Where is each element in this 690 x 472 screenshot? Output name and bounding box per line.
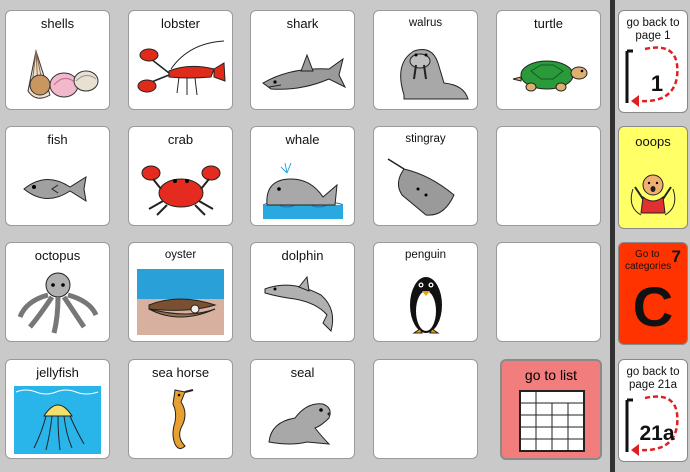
cell-jellyfish[interactable]: jellyfish xyxy=(5,359,110,459)
empty-cell xyxy=(496,126,601,226)
jellyfish-icon xyxy=(14,386,101,454)
cell-label: walrus xyxy=(408,17,443,29)
cell-label: crab xyxy=(167,132,194,147)
cell-label: oyster xyxy=(164,249,197,261)
stingray-icon xyxy=(387,158,455,216)
cell-label: stingray xyxy=(405,133,446,145)
cell-label: sea horse xyxy=(151,365,210,380)
shark-icon xyxy=(262,53,347,90)
page-number-text: 1 xyxy=(651,71,663,96)
categories-number: 7 xyxy=(671,247,681,266)
cell-shark[interactable]: shark xyxy=(250,10,355,110)
oyster-icon xyxy=(137,269,224,335)
dolphin-icon xyxy=(264,275,334,332)
back-arrow-icon: 21a xyxy=(625,395,679,456)
cell-penguin[interactable]: penguin xyxy=(373,242,478,342)
cell-stingray[interactable]: stingray xyxy=(373,126,478,226)
go-to-list-button[interactable]: go to list xyxy=(500,359,602,460)
cell-label: shark xyxy=(286,16,319,31)
crab-icon xyxy=(141,165,221,216)
cell-label: seal xyxy=(290,365,315,380)
cell-whale[interactable]: whale xyxy=(250,126,355,226)
shells-icon xyxy=(27,49,99,99)
sea-horse-icon xyxy=(172,389,194,450)
cell-fish[interactable]: fish xyxy=(5,126,110,226)
cell-octopus[interactable]: octopus xyxy=(5,242,110,342)
octopus-icon xyxy=(17,272,99,334)
go-to-list-label: go to list xyxy=(524,367,578,383)
sidebar: go back to page 1 1 ooops Go to categori… xyxy=(615,0,690,472)
seal-icon xyxy=(268,403,331,445)
cell-label: whale xyxy=(285,132,320,147)
cell-turtle[interactable]: turtle xyxy=(496,10,601,110)
page-number-text: 21a xyxy=(639,422,674,445)
cell-label: turtle xyxy=(534,16,563,31)
cell-seal[interactable]: seal xyxy=(250,359,355,459)
go-to-categories-button[interactable]: Go to categories 7 C xyxy=(618,242,688,345)
cell-lobster[interactable]: lobster xyxy=(128,10,233,110)
list-table-icon xyxy=(519,390,585,452)
back-to-page-1-button[interactable]: go back to page 1 1 xyxy=(618,10,688,113)
surprised-person-icon xyxy=(630,174,676,216)
penguin-icon xyxy=(410,277,442,334)
cell-label: lobster xyxy=(160,16,201,31)
cell-label: dolphin xyxy=(281,248,324,263)
categories-letter: C xyxy=(632,275,674,338)
cell-sea-horse[interactable]: sea horse xyxy=(128,359,233,459)
lobster-icon xyxy=(137,40,226,96)
turtle-icon xyxy=(512,60,588,92)
walrus-icon xyxy=(400,49,469,100)
cell-label: octopus xyxy=(34,248,81,263)
empty-cell xyxy=(496,242,601,342)
back-to-page-21a-button[interactable]: go back to page 21a 21a xyxy=(618,359,688,462)
symbol-grid: shells lobster shark walrus turtle fish … xyxy=(0,0,610,472)
cell-label: fish xyxy=(47,132,68,147)
fish-icon xyxy=(23,175,87,203)
cell-label: penguin xyxy=(405,249,446,261)
back-arrow-icon: 1 xyxy=(625,46,679,107)
cell-walrus[interactable]: walrus xyxy=(373,10,478,110)
cell-dolphin[interactable]: dolphin xyxy=(250,242,355,342)
cell-crab[interactable]: crab xyxy=(128,126,233,226)
whale-icon xyxy=(262,162,344,219)
cell-label: shells xyxy=(40,16,75,31)
cell-label: jellyfish xyxy=(36,365,79,380)
ooops-button[interactable]: ooops xyxy=(618,126,688,229)
cell-oyster[interactable]: oyster xyxy=(128,242,233,342)
cell-shells[interactable]: shells xyxy=(5,10,110,110)
empty-cell xyxy=(373,359,478,459)
